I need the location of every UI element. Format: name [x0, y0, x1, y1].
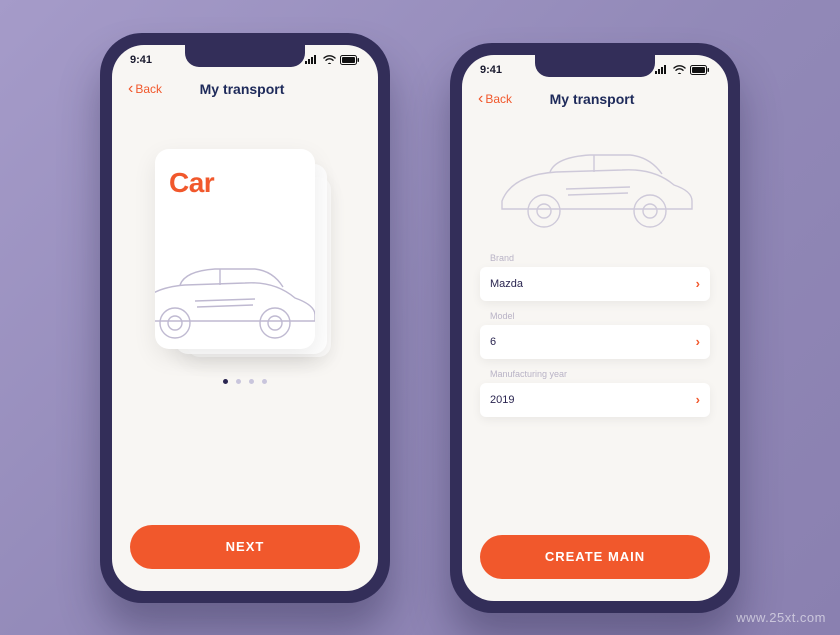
screen-left: 9:41 ‹ Back My tr [112, 45, 378, 591]
screen-right: 9:41 ‹ Back My tr [462, 55, 728, 601]
card-front[interactable]: Car [155, 149, 315, 349]
phone-left: 9:41 ‹ Back My tr [100, 33, 390, 603]
page-title: My transport [122, 81, 362, 97]
dot-3[interactable] [249, 379, 254, 384]
year-value: 2019 [490, 394, 514, 406]
create-main-button[interactable]: CREATE MAIN [480, 535, 710, 579]
dot-1[interactable] [223, 379, 228, 384]
next-button[interactable]: NEXT [130, 525, 360, 569]
wifi-icon [673, 65, 686, 74]
wifi-icon [323, 55, 336, 64]
phone-right: 9:41 ‹ Back My tr [450, 43, 740, 613]
notch [185, 45, 305, 67]
chevron-right-icon: › [696, 392, 700, 407]
card-title: Car [169, 167, 301, 199]
model-field[interactable]: 6 › [480, 325, 710, 359]
status-time: 9:41 [480, 64, 502, 76]
status-indicators [305, 55, 360, 65]
brand-value: Mazda [490, 278, 523, 290]
cellular-signal-icon [655, 65, 669, 74]
car-illustration-icon [155, 243, 315, 343]
year-label: Manufacturing year [480, 369, 710, 379]
page-dots[interactable] [223, 379, 267, 384]
dot-2[interactable] [236, 379, 241, 384]
nav-bar: ‹ Back My transport [112, 75, 378, 109]
notch [535, 55, 655, 77]
dot-4[interactable] [262, 379, 267, 384]
battery-icon [690, 65, 710, 75]
status-indicators [655, 65, 710, 75]
model-value: 6 [490, 336, 496, 348]
model-label: Model [480, 311, 710, 321]
transport-form: Brand Mazda › Model 6 › Manufacturing ye… [480, 247, 710, 417]
cellular-signal-icon [305, 55, 319, 64]
battery-icon [340, 55, 360, 65]
status-time: 9:41 [130, 54, 152, 66]
watermark: www.25xt.com [736, 610, 826, 625]
brand-field[interactable]: Mazda › [480, 267, 710, 301]
create-main-label: CREATE MAIN [545, 549, 645, 564]
content-right: Brand Mazda › Model 6 › Manufacturing ye… [462, 119, 728, 601]
chevron-right-icon: › [696, 276, 700, 291]
year-field[interactable]: 2019 › [480, 383, 710, 417]
next-button-label: NEXT [226, 539, 265, 554]
brand-label: Brand [480, 253, 710, 263]
chevron-right-icon: › [696, 334, 700, 349]
page-title: My transport [472, 91, 712, 107]
nav-bar: ‹ Back My transport [462, 85, 728, 119]
content-left: Car [112, 109, 378, 591]
transport-card-stack[interactable]: Car [155, 149, 335, 359]
car-hero-icon [490, 129, 700, 229]
mockup-stage: 9:41 ‹ Back My tr [0, 0, 840, 635]
